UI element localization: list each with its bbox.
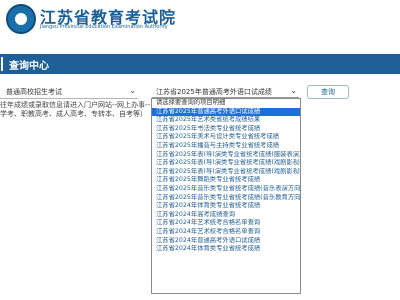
- query-button[interactable]: 查询: [307, 85, 349, 99]
- help-line: 学考、职教高考、成人高考、专转本、自考等）: [0, 110, 147, 118]
- help-text: 往年成绩或录取信息请进入门户网站--网上办事-- 学考、职教高考、成人高考、专转…: [0, 101, 160, 119]
- section-header: 查询中心: [0, 54, 400, 74]
- dropdown-option[interactable]: 江苏省2024年普通高考外语口试成绩: [152, 237, 300, 246]
- dropdown-placeholder-option[interactable]: 请选择要查询的项目明细: [152, 99, 300, 108]
- dropdown-option[interactable]: 江苏省2025年表(导)演类专业省统考成绩(戏剧影视表演方向): [152, 159, 300, 168]
- site-subtitle: Jiangsu Provincial Education Examination…: [40, 24, 168, 30]
- dropdown-option[interactable]: 江苏省2025年表(导)演类专业省统考成绩(服装表演方向): [152, 151, 300, 160]
- dropdown-option[interactable]: 江苏省2025年书法类专业省统考成绩: [152, 125, 300, 134]
- dropdown-option[interactable]: 江苏省2024年体育类专业省统考成绩: [152, 245, 300, 254]
- site-header: 江苏省教育考试院 Jiangsu Provincial Education Ex…: [0, 0, 400, 46]
- dropdown-option[interactable]: 江苏省2025年音乐类专业省统考成绩(音乐表演方向): [152, 185, 300, 194]
- dropdown-option[interactable]: 江苏省2025年表(导)演类专业省统考成绩(戏剧影视导演方向): [152, 168, 300, 177]
- dropdown-option[interactable]: 江苏省2025年舞蹈类专业省统考成绩: [152, 176, 300, 185]
- dropdown-option[interactable]: 江苏省2024年艺术校考合格名单查询: [152, 228, 300, 237]
- dropdown-option[interactable]: 江苏省2025年普通高考外语口试成绩: [152, 107, 300, 117]
- chevron-down-icon: ⌄: [290, 86, 297, 95]
- dropdown-option[interactable]: 江苏省2024年高考成绩查询: [152, 211, 300, 220]
- dropdown-option[interactable]: 江苏省2024年体育类专业省统考成绩: [152, 202, 300, 211]
- dropdown-option[interactable]: 江苏省2024年艺术统考合格名单查询: [152, 219, 300, 228]
- exam-item-select[interactable]: 江苏省2025年普通高考外语口试成绩 ⌄: [152, 86, 299, 98]
- dropdown-option[interactable]: 江苏省2025年艺术类省统考成绩结果: [152, 116, 300, 125]
- chevron-down-icon: ⌄: [129, 86, 136, 95]
- exam-category-select[interactable]: 普通高校招生考试 ⌄: [0, 86, 138, 99]
- help-line: 往年成绩或录取信息请进入门户网站--网上办事--: [0, 101, 151, 109]
- exam-item-value: 江苏省2025年普通高考外语口试成绩: [156, 88, 272, 96]
- dropdown-option[interactable]: 江苏省2025年音乐类专业省统考成绩(音乐教育方向): [152, 194, 300, 203]
- exam-item-options-list: 请选择要查询的项目明细 江苏省2025年普通高考外语口试成绩 江苏省2025年艺术类…: [151, 98, 301, 294]
- emblem-logo-icon: [6, 4, 36, 34]
- section-title: 查询中心: [9, 61, 49, 72]
- dropdown-option[interactable]: 江苏省2025年美术与设计类专业省统考成绩: [152, 133, 300, 142]
- exam-category-value: 普通高校招生考试: [6, 88, 62, 96]
- section-accent: [1, 57, 3, 71]
- dropdown-option[interactable]: 江苏省2025年播音与主持类专业省统考成绩: [152, 142, 300, 151]
